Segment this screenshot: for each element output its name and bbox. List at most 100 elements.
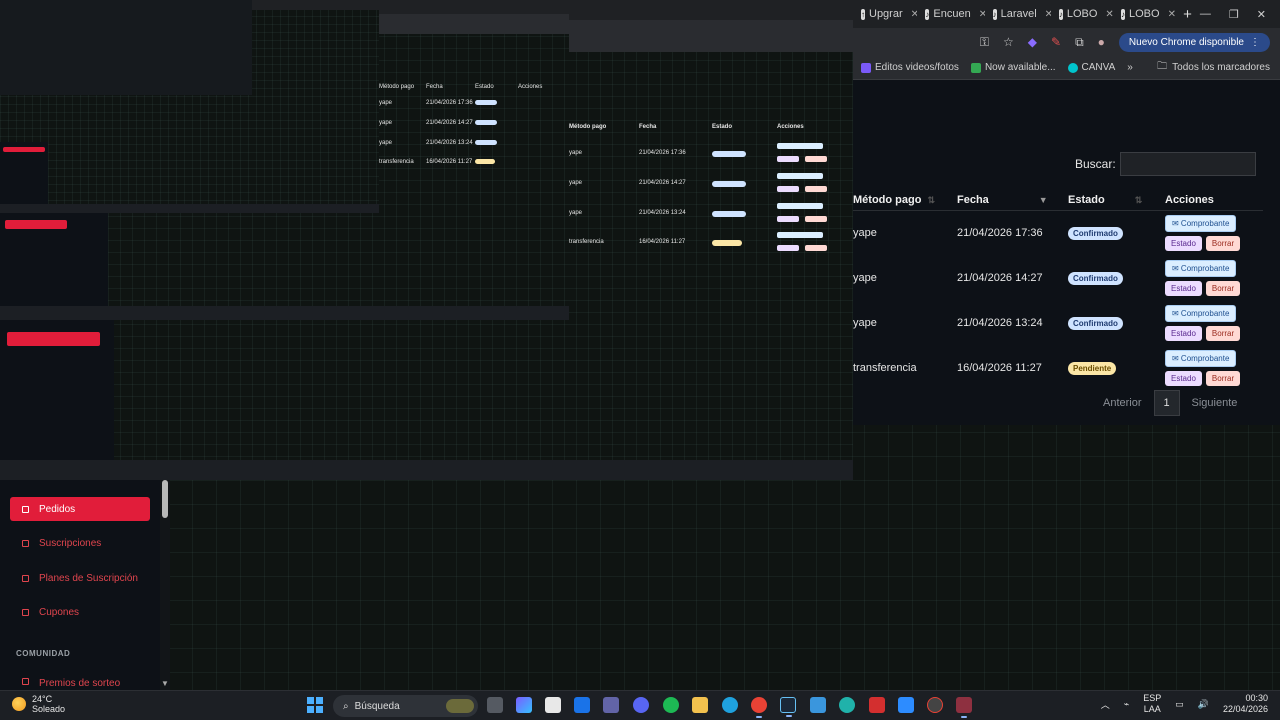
scrollbar-thumb[interactable] xyxy=(162,480,168,518)
app-icon[interactable] xyxy=(810,697,826,713)
tab-2[interactable]: ♪ Laravel ✕ xyxy=(985,0,1051,28)
extensions-puzzle-icon[interactable]: ⧉ xyxy=(1075,35,1084,50)
store-icon[interactable] xyxy=(545,697,561,713)
file-explorer-icon[interactable] xyxy=(692,697,708,713)
bookmark-label: Now available... xyxy=(984,62,1056,73)
discord-icon[interactable] xyxy=(633,697,649,713)
chrome-icon[interactable] xyxy=(751,697,767,718)
mail-icon[interactable] xyxy=(574,697,590,713)
sort-icon: ⇅ xyxy=(1134,195,1143,205)
clock-date: 22/04/2026 xyxy=(1222,704,1268,714)
bookmark-star-icon[interactable]: ☆ xyxy=(1003,35,1014,49)
column-header-method[interactable]: Método pago ⇅ xyxy=(853,190,957,211)
recorder-icon[interactable] xyxy=(927,697,943,713)
display-icon[interactable]: ▭ xyxy=(1175,699,1184,710)
language-indicator[interactable]: ESP LAA xyxy=(1143,693,1161,715)
column-header-status[interactable]: Estado ⇅ xyxy=(1068,190,1165,211)
tab-0[interactable]: ↑ Upgrar ✕ xyxy=(853,0,917,28)
close-window-icon[interactable]: ✕ xyxy=(1257,8,1266,21)
bookmark-item[interactable]: CANVA xyxy=(1067,62,1115,73)
delete-button[interactable]: Borrar xyxy=(1205,281,1241,296)
receipt-button[interactable]: ✉ Comprobante xyxy=(1165,260,1237,277)
sidebar-item-suscripciones[interactable]: Suscripciones xyxy=(10,531,150,555)
copilot-icon[interactable] xyxy=(516,697,532,713)
password-key-icon[interactable]: ⚿ xyxy=(980,35,989,50)
tab-label: LOBO xyxy=(1129,8,1160,20)
payment-method: yape xyxy=(853,227,877,240)
status-button[interactable]: Estado xyxy=(1165,326,1202,341)
next-page-button[interactable]: Siguiente xyxy=(1192,397,1238,409)
network-off-icon[interactable]: ⌁ xyxy=(1124,699,1129,710)
search-label: Búsqueda xyxy=(354,700,400,712)
tray-expand-icon[interactable]: ︿ xyxy=(1101,698,1110,711)
zoom-icon[interactable] xyxy=(898,697,914,713)
profile-avatar-icon[interactable]: ● xyxy=(1098,35,1105,49)
taskbar-search[interactable]: ⌕ Búsqueda xyxy=(333,695,478,717)
sidebar-item-label: Premios de sorteo xyxy=(39,678,121,689)
receipt-button[interactable]: ✉ Comprobante xyxy=(1165,305,1237,322)
tab-close-icon[interactable]: ✕ xyxy=(1168,9,1176,20)
search-input[interactable] xyxy=(1119,152,1256,176)
tab-4[interactable]: ♪ LOBO ✕ xyxy=(1113,0,1175,28)
tab-close-icon[interactable]: ✕ xyxy=(911,9,918,20)
payment-method: transferencia xyxy=(853,362,917,374)
page-content: Buscar: Método pago ⇅ Fecha ▼ Estado ⇅ Acci… xyxy=(853,80,1280,425)
more-menu-icon: ⋮ xyxy=(1250,36,1260,48)
extension-icon[interactable]: ◆ xyxy=(1028,35,1037,49)
nested-screenshot-medium: Método pago Fecha Estado Acciones yape 2… xyxy=(0,0,853,480)
bookmark-label: Editos videos/fotos xyxy=(875,62,959,73)
scroll-down-icon[interactable]: ▼ xyxy=(161,679,169,688)
tab-3[interactable]: ♪ LOBO ✕ xyxy=(1051,0,1113,28)
all-bookmarks-button[interactable]: 🗀 Todos los marcadores xyxy=(1157,59,1280,76)
status-button[interactable]: Estado xyxy=(1165,236,1202,252)
receipt-button[interactable]: ✉ Comprobante xyxy=(1165,350,1237,367)
tab-close-icon[interactable]: ✕ xyxy=(1105,9,1113,20)
status-button[interactable]: Estado xyxy=(1165,281,1202,296)
bookmark-item[interactable]: Editos videos/fotos xyxy=(861,62,959,73)
tab-label: Upgrar xyxy=(869,8,903,20)
browser-window: ↑ Upgrar ✕ ♪ Encuen ✕ ♪ Laravel ✕ ♪ LOBO… xyxy=(853,0,1280,425)
box-icon xyxy=(22,608,29,616)
volume-icon[interactable]: 🔊 xyxy=(1198,699,1209,710)
edge-icon[interactable] xyxy=(722,697,738,713)
task-view-icon[interactable] xyxy=(487,697,503,713)
sun-icon xyxy=(12,697,26,711)
receipt-button[interactable]: ✉ Comprobante xyxy=(1165,215,1237,233)
calculator-icon[interactable] xyxy=(956,697,972,718)
sidebar-item-pedidos[interactable]: Pedidos xyxy=(10,497,150,521)
spotify-icon[interactable] xyxy=(663,697,679,713)
status-badge: Confirmado xyxy=(1068,226,1123,240)
browser-icon[interactable] xyxy=(839,697,855,713)
sidebar-item-planes[interactable]: Planes de Suscripción xyxy=(10,566,150,590)
sidebar-item-premios[interactable]: Premios de sorteo xyxy=(10,678,150,690)
clock[interactable]: 00:30 22/04/2026 xyxy=(1223,693,1268,715)
prev-page-button[interactable]: Anterior xyxy=(1103,397,1142,409)
minimize-icon[interactable]: — xyxy=(1200,8,1211,21)
weather-widget[interactable]: 24°C Soleado xyxy=(12,694,65,714)
canva-favicon-icon xyxy=(1067,62,1078,73)
anydesk-icon[interactable] xyxy=(869,697,885,713)
teams-icon[interactable] xyxy=(603,697,619,713)
start-windows-icon[interactable] xyxy=(307,697,323,713)
sort-desc-icon: ▼ xyxy=(1038,195,1048,205)
tab-1[interactable]: ♪ Encuen ✕ xyxy=(917,0,985,28)
tiktok-favicon-icon: ♪ xyxy=(1058,8,1063,20)
delete-button[interactable]: Borrar xyxy=(1205,236,1241,252)
chrome-update-button[interactable]: Nuevo Chrome disponible ⋮ xyxy=(1118,32,1270,52)
maximize-icon[interactable]: ❐ xyxy=(1229,8,1239,21)
delete-button[interactable]: Borrar xyxy=(1205,326,1241,341)
column-header-date[interactable]: Fecha ▼ xyxy=(957,190,1068,211)
steam-icon[interactable] xyxy=(780,697,796,717)
bookmark-item[interactable]: Now available... xyxy=(970,62,1056,73)
bookmarks-overflow-icon[interactable]: » xyxy=(1127,62,1133,73)
sidebar-item-cupones[interactable]: Cupones xyxy=(10,600,150,624)
box-icon xyxy=(22,505,29,513)
sidebar-scrollbar[interactable]: ▼ xyxy=(160,480,170,690)
new-tab-button[interactable]: + xyxy=(1175,6,1200,23)
sidebar-item-label: Pedidos xyxy=(39,503,76,515)
orders-table: Método pago ⇅ Fecha ▼ Estado ⇅ Acciones yap… xyxy=(853,190,1263,391)
page-number-button[interactable]: 1 xyxy=(1153,390,1180,416)
status-button[interactable]: Estado xyxy=(1165,371,1202,386)
delete-button[interactable]: Borrar xyxy=(1205,371,1241,386)
extension-icon[interactable]: ✎ xyxy=(1051,35,1061,49)
